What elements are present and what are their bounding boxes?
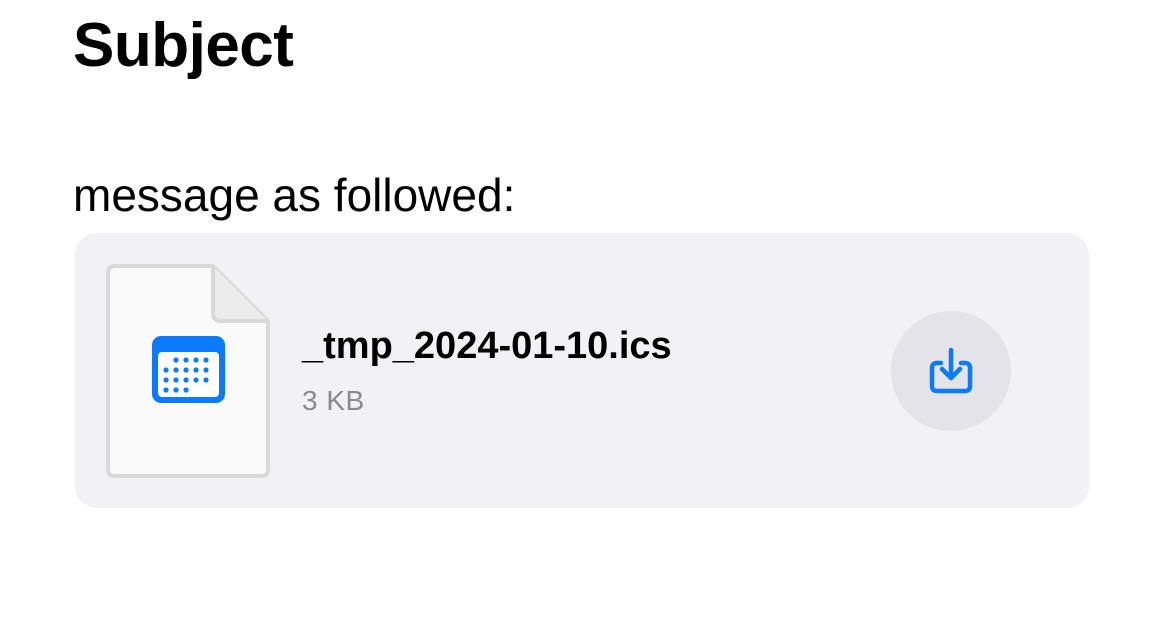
- download-icon: [929, 347, 973, 394]
- calendar-icon: [152, 336, 225, 403]
- download-button[interactable]: [891, 311, 1011, 431]
- message-subject: Subject: [73, 11, 294, 80]
- attachment-file-size: 3 KB: [302, 385, 365, 416]
- file-thumbnail: [105, 263, 271, 479]
- attachment-card[interactable]: _tmp_2024-01-10.ics 3 KB: [75, 233, 1089, 508]
- message-body-text: message as followed:: [73, 169, 516, 221]
- document-icon: [106, 264, 270, 478]
- attachment-file-name: _tmp_2024-01-10.ics: [302, 325, 672, 367]
